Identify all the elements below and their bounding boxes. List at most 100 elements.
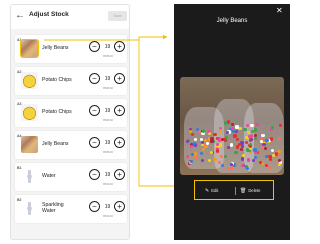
- jelly-bean-dot: [240, 157, 244, 161]
- edit-button[interactable]: ✎ Edit: [205, 188, 218, 194]
- jelly-bean-dot: [262, 142, 266, 147]
- jelly-bean-dot: [188, 129, 192, 133]
- decrease-button[interactable]: −: [89, 169, 100, 180]
- list-item[interactable]: A3 Potato Chips − 19 + RM6.00: [15, 99, 127, 127]
- increase-button[interactable]: +: [114, 41, 125, 52]
- jelly-bean-dot: [253, 155, 258, 159]
- jelly-bean-dot: [235, 125, 239, 129]
- jelly-bean-dot: [244, 140, 248, 144]
- quantity-value[interactable]: 19: [102, 76, 113, 82]
- save-button[interactable]: Save: [108, 11, 127, 21]
- jelly-beans-image[interactable]: [19, 38, 40, 59]
- jelly-bean-dot: [246, 158, 250, 162]
- jelly-beans-image[interactable]: [21, 136, 38, 153]
- jelly-bean-dot: [250, 123, 254, 127]
- quantity-value[interactable]: 19: [102, 108, 113, 114]
- jelly-beans-photo: [180, 77, 284, 175]
- increase-button[interactable]: +: [114, 73, 125, 84]
- potato-chips-image[interactable]: [21, 104, 38, 121]
- jelly-bean-dot: [240, 144, 244, 149]
- list-item[interactable]: A4 Jelly Beans − 19 + RM5.00: [15, 131, 127, 159]
- price-label: RM6.00: [103, 118, 113, 122]
- list-item[interactable]: A2 Potato Chips − 19 + RM6.00: [15, 67, 127, 95]
- jelly-bean-dot: [194, 155, 199, 159]
- pencil-icon: ✎: [205, 188, 210, 194]
- price-label: RM6.00: [103, 86, 113, 90]
- water-bottle-image[interactable]: [21, 200, 38, 217]
- item-name: Jelly Beans: [42, 45, 69, 51]
- jelly-bean-dot: [209, 150, 213, 154]
- increase-button[interactable]: +: [114, 169, 125, 180]
- jelly-bean-dot: [226, 120, 231, 124]
- increase-button[interactable]: +: [114, 201, 125, 212]
- increase-button[interactable]: +: [114, 137, 125, 148]
- jelly-bean-dot: [193, 137, 197, 142]
- divider: [235, 187, 236, 195]
- water-bottle-image[interactable]: [21, 168, 38, 185]
- delete-label: Delete: [248, 188, 261, 193]
- jelly-bean-dot: [189, 144, 193, 148]
- jelly-bean-dot: [265, 138, 269, 142]
- quantity-value[interactable]: 19: [102, 140, 113, 146]
- list-item[interactable]: B2 Sparkling Water − 19 + RM3.00: [15, 195, 127, 223]
- jelly-bean-dot: [234, 150, 238, 155]
- close-icon[interactable]: ✕: [276, 7, 283, 15]
- decrease-button[interactable]: −: [89, 137, 100, 148]
- quantity-value[interactable]: 19: [102, 44, 113, 50]
- adjust-stock-screen: ← Adjust Stock Save A1 Jelly Beans − 19 …: [10, 4, 130, 240]
- jelly-bean-dot: [250, 129, 254, 133]
- jelly-bean-dot: [224, 121, 228, 125]
- list-item[interactable]: B1 Water − 19 + RM3.00: [15, 163, 127, 191]
- jelly-bean-dot: [202, 129, 206, 133]
- decrease-button[interactable]: −: [89, 41, 100, 52]
- edit-label: Edit: [211, 188, 219, 193]
- jelly-bean-dot: [253, 136, 257, 140]
- jelly-bean-dot: [243, 127, 247, 131]
- decrease-button[interactable]: −: [89, 73, 100, 84]
- jelly-bean-dot: [263, 146, 267, 150]
- jelly-bean-dot: [220, 137, 224, 141]
- jelly-bean-dot: [269, 137, 274, 141]
- jelly-bean-dot: [254, 128, 258, 132]
- price-label: RM3.00: [103, 214, 113, 218]
- jelly-bean-dot: [231, 166, 235, 170]
- top-bar: ← Adjust Stock Save: [11, 5, 129, 29]
- jelly-bean-dot: [278, 123, 283, 127]
- jelly-bean-dot: [277, 136, 281, 140]
- jelly-bean-dot: [218, 129, 223, 133]
- price-label: RM5.00: [103, 54, 113, 58]
- increase-button[interactable]: +: [114, 105, 125, 116]
- quantity-value[interactable]: 19: [102, 172, 113, 178]
- jelly-bean-dot: [269, 157, 273, 161]
- jelly-bean-dot: [190, 133, 194, 137]
- jelly-bean-dot: [255, 123, 259, 127]
- photo-actions-bar: ✎ Edit 🗑 Delete: [194, 180, 274, 200]
- item-detail-screen: ✕ Jelly Beans ✎ Edit 🗑 Delete: [174, 4, 290, 240]
- item-name: Potato Chips: [42, 77, 72, 83]
- item-name: Potato Chips: [42, 109, 72, 115]
- jelly-bean-dot: [267, 154, 272, 158]
- jelly-bean-dot: [239, 147, 244, 151]
- decrease-button[interactable]: −: [89, 201, 100, 212]
- delete-button[interactable]: 🗑 Delete: [240, 188, 260, 194]
- jelly-bean-dot: [234, 129, 238, 133]
- jelly-bean-dot: [200, 140, 204, 145]
- item-name: Sparkling Water: [42, 202, 64, 214]
- item-name: Water: [42, 173, 56, 179]
- list-item[interactable]: A1 Jelly Beans − 19 + RM5.00: [15, 35, 127, 63]
- jelly-bean-dot: [230, 122, 234, 126]
- jelly-bean-dot: [227, 166, 231, 171]
- trash-icon: 🗑: [240, 188, 247, 194]
- jelly-bean-dot: [193, 141, 197, 145]
- item-name: Jelly Beans: [42, 141, 69, 147]
- jelly-bean-dot: [229, 143, 233, 147]
- jelly-bean-dot: [251, 158, 255, 162]
- quantity-value[interactable]: 19: [102, 204, 113, 210]
- arrow-left-icon[interactable]: ←: [14, 9, 26, 23]
- price-label: RM3.00: [103, 182, 113, 186]
- jelly-bean-dot: [210, 139, 214, 143]
- price-label: RM5.00: [103, 150, 113, 154]
- decrease-button[interactable]: −: [89, 105, 100, 116]
- detail-title: Jelly Beans: [216, 18, 248, 24]
- potato-chips-image[interactable]: [21, 72, 38, 89]
